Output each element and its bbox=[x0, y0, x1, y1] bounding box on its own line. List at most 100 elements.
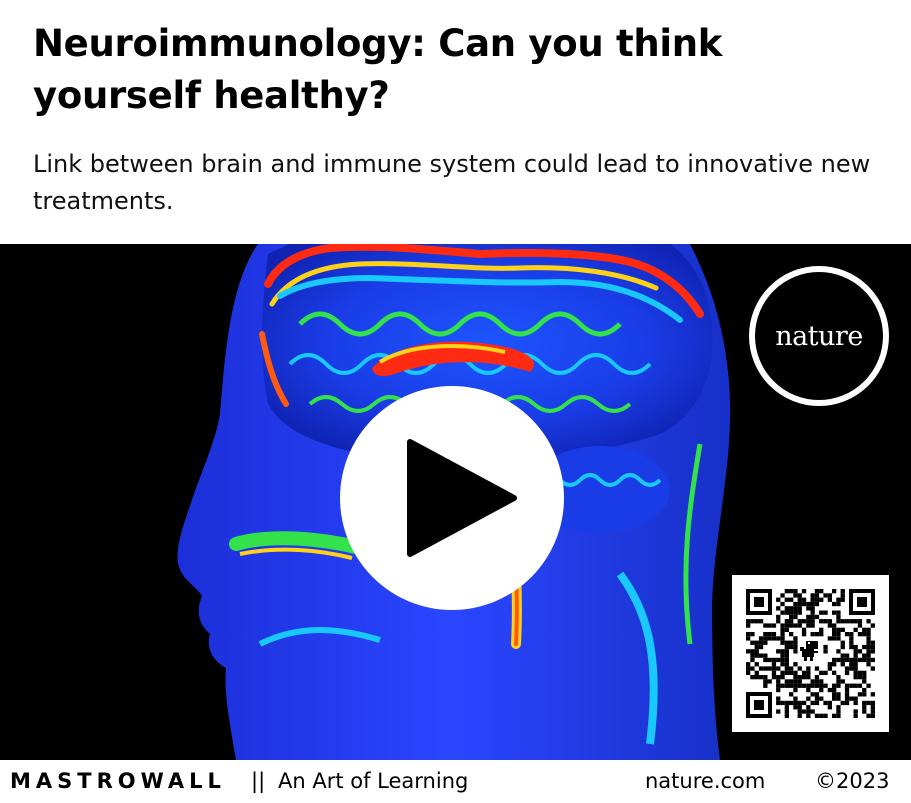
qr-module bbox=[784, 610, 789, 615]
qr-module bbox=[810, 597, 815, 602]
footer: MASTROWALL || An Art of Learning nature.… bbox=[0, 760, 911, 803]
qr-module bbox=[784, 657, 789, 663]
qr-module bbox=[776, 679, 781, 684]
qr-module bbox=[810, 619, 815, 624]
qr-module bbox=[844, 683, 850, 688]
qr-module bbox=[853, 619, 858, 624]
qr-module bbox=[754, 640, 759, 645]
qr-finder-top-left bbox=[746, 589, 772, 615]
qr-module bbox=[844, 666, 850, 671]
qr-module bbox=[853, 700, 858, 706]
qr-module bbox=[844, 700, 850, 706]
qr-module bbox=[840, 657, 845, 663]
qr-module bbox=[853, 649, 858, 654]
qr-module bbox=[862, 705, 867, 710]
qr-module bbox=[853, 666, 858, 671]
qr-module bbox=[797, 679, 802, 684]
qr-module bbox=[832, 657, 837, 663]
qr-module bbox=[857, 692, 863, 697]
qr-module bbox=[823, 593, 828, 598]
qr-module bbox=[870, 705, 875, 710]
qr-module bbox=[832, 632, 837, 637]
qr-module bbox=[776, 614, 781, 620]
footer-separator: || bbox=[251, 769, 266, 793]
qr-module bbox=[754, 619, 759, 624]
qr-module bbox=[853, 709, 858, 714]
qr-module bbox=[836, 713, 841, 718]
qr-module bbox=[870, 657, 875, 663]
qr-module bbox=[801, 632, 807, 637]
play-icon bbox=[407, 439, 517, 557]
qr-module bbox=[849, 657, 854, 663]
qr-module bbox=[862, 653, 867, 658]
qr-module bbox=[810, 679, 815, 684]
qr-module bbox=[793, 696, 798, 701]
nature-logo: nature bbox=[749, 266, 889, 406]
qr-module bbox=[827, 662, 832, 667]
qr-module bbox=[789, 610, 794, 615]
qr-module bbox=[832, 692, 837, 697]
qr-module bbox=[776, 696, 781, 701]
qr-module bbox=[849, 640, 854, 645]
qr-module bbox=[801, 700, 807, 706]
qr-module bbox=[823, 610, 828, 615]
qr-module bbox=[797, 709, 802, 714]
qr-module bbox=[814, 601, 820, 607]
qr-module bbox=[801, 619, 807, 624]
qr-module bbox=[797, 619, 802, 624]
qr-module bbox=[836, 619, 841, 624]
qr-module bbox=[784, 700, 789, 706]
qr-module bbox=[789, 700, 794, 706]
qr-module bbox=[746, 636, 751, 641]
qr-code[interactable] bbox=[732, 575, 889, 732]
play-button[interactable] bbox=[340, 386, 564, 610]
qr-module bbox=[840, 644, 845, 650]
qr-module bbox=[810, 709, 815, 714]
qr-module bbox=[750, 649, 755, 654]
qr-module bbox=[810, 623, 815, 628]
video-player[interactable]: nature bbox=[0, 244, 911, 760]
qr-module bbox=[814, 713, 820, 718]
qr-module bbox=[776, 597, 781, 602]
qr-module bbox=[793, 644, 798, 650]
qr-module bbox=[746, 632, 751, 637]
qr-module bbox=[866, 683, 871, 688]
qr-module bbox=[836, 705, 841, 710]
qr-module bbox=[823, 713, 828, 718]
qr-module bbox=[840, 619, 845, 624]
qr-module bbox=[810, 614, 815, 620]
qr-module bbox=[827, 623, 832, 628]
qr-module bbox=[780, 593, 785, 598]
qr-module bbox=[789, 597, 794, 602]
qr-module bbox=[780, 601, 785, 607]
qr-module bbox=[789, 679, 794, 684]
qr-module bbox=[844, 653, 850, 658]
qr-module bbox=[819, 696, 824, 701]
qr-module bbox=[819, 632, 824, 637]
qr-module bbox=[862, 709, 867, 714]
article-title: Neuroimmunology: Can you think yourself … bbox=[33, 22, 723, 117]
qr-module bbox=[862, 632, 867, 637]
qr-module bbox=[836, 610, 841, 615]
qr-module bbox=[866, 713, 871, 718]
qr-module bbox=[801, 589, 807, 594]
qr-module bbox=[857, 623, 863, 628]
qr-module bbox=[776, 687, 781, 693]
qr-module bbox=[832, 687, 837, 693]
qr-module bbox=[814, 589, 820, 594]
qr-module bbox=[866, 700, 871, 706]
qr-module bbox=[862, 679, 867, 684]
qr-module bbox=[780, 636, 785, 641]
source-link[interactable]: nature.com bbox=[645, 769, 765, 793]
qr-module bbox=[832, 696, 837, 701]
qr-module bbox=[836, 601, 841, 607]
qr-module bbox=[806, 614, 811, 620]
qr-module bbox=[827, 687, 832, 693]
qr-module bbox=[801, 670, 807, 675]
qr-module bbox=[819, 597, 824, 602]
qr-module bbox=[849, 683, 854, 688]
qr-module bbox=[836, 709, 841, 714]
qr-module bbox=[767, 666, 772, 671]
qr-module bbox=[810, 700, 815, 706]
qr-module bbox=[806, 666, 811, 671]
